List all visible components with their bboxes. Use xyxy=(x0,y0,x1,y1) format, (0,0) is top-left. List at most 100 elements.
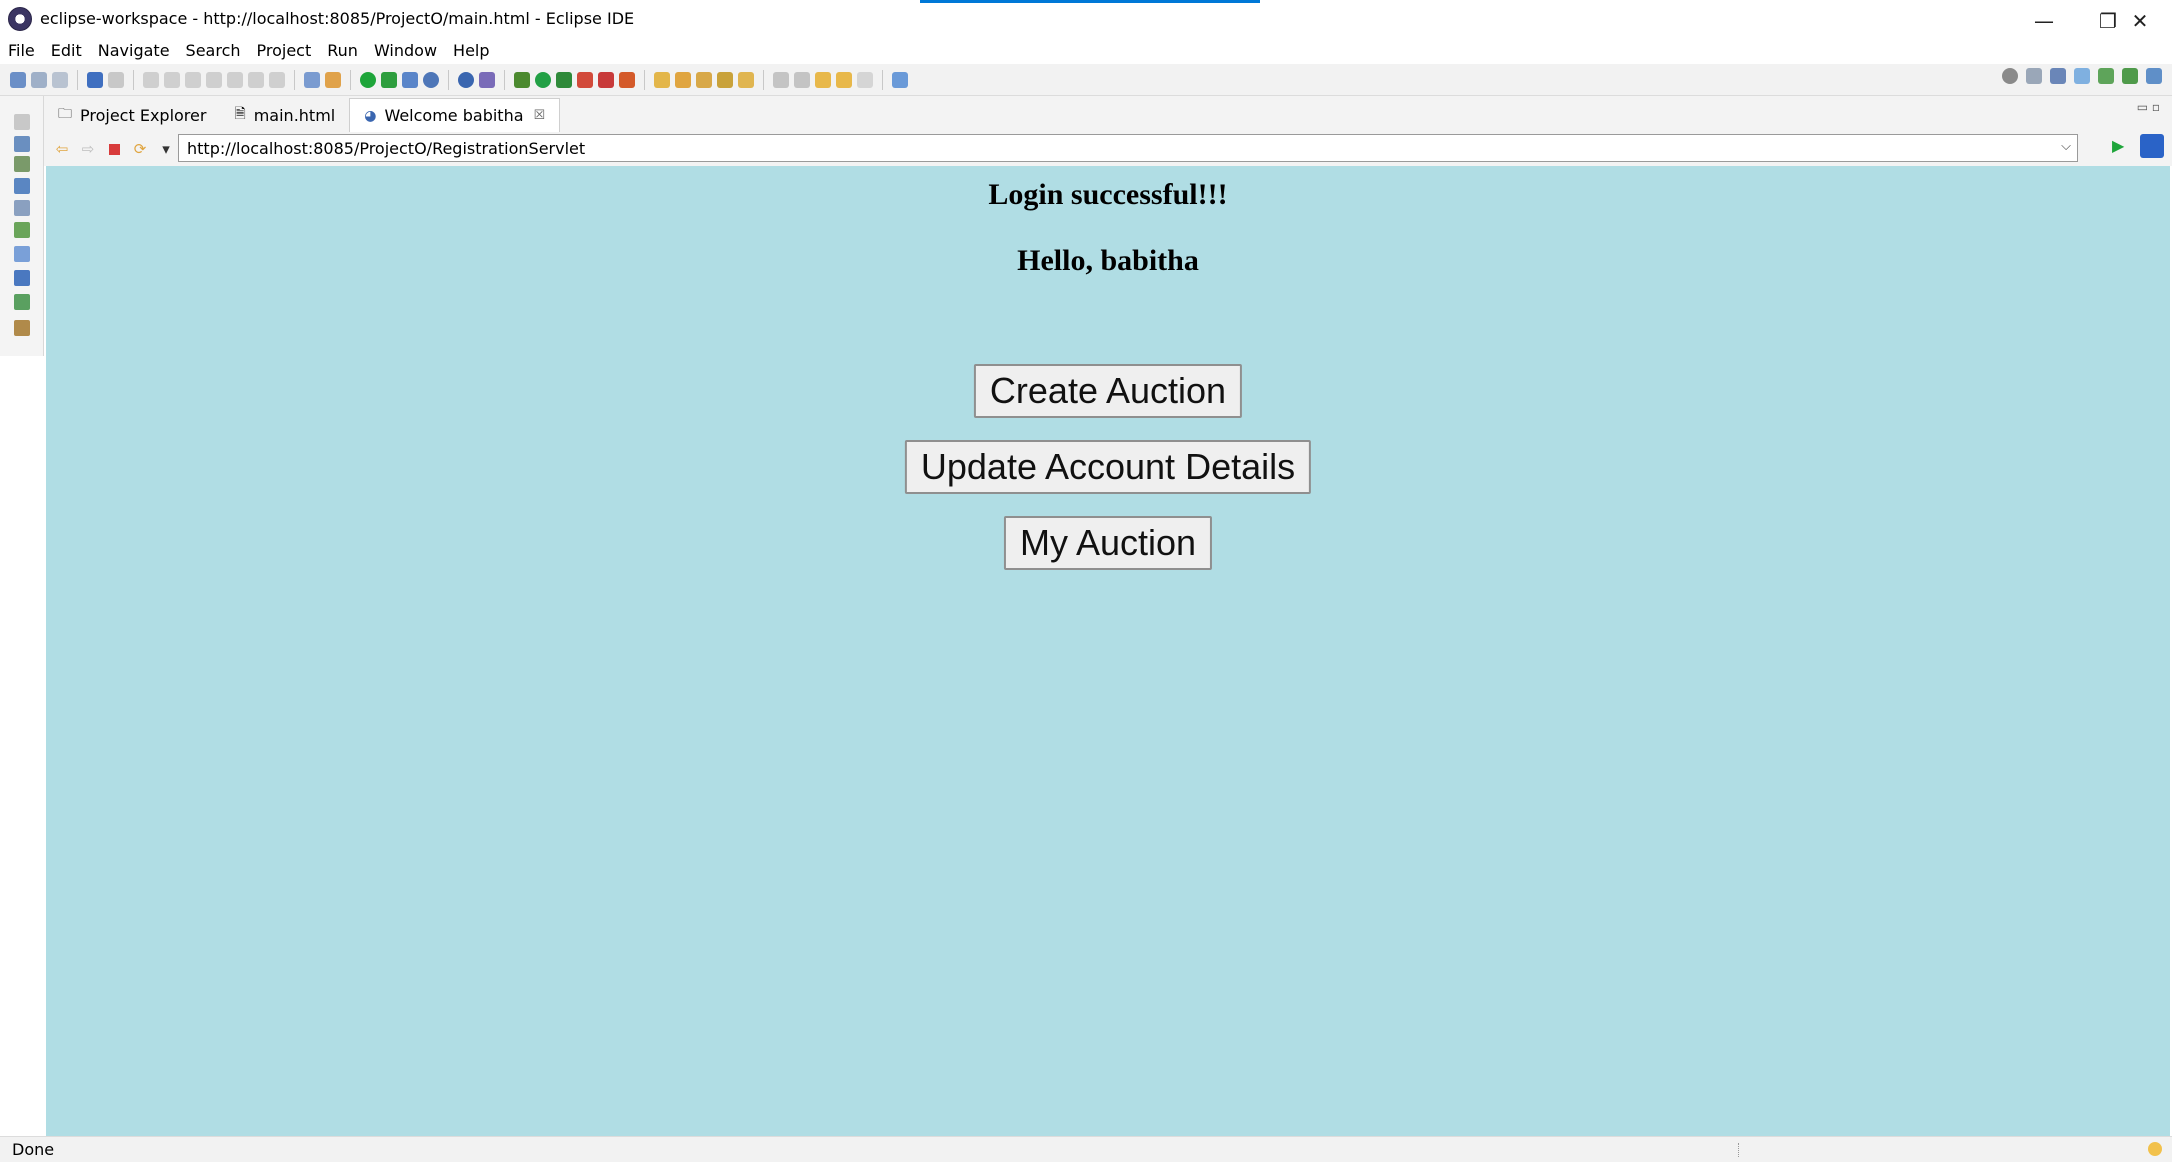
debug-perspective-icon[interactable] xyxy=(2122,68,2138,84)
palette-icon[interactable] xyxy=(14,222,30,238)
console-icon[interactable] xyxy=(14,246,30,262)
new-class-icon[interactable] xyxy=(696,71,712,88)
resume-icon[interactable] xyxy=(143,71,159,88)
package-explorer-icon[interactable] xyxy=(14,136,30,152)
git-perspective-icon[interactable] xyxy=(2098,68,2114,84)
chevron-down-icon[interactable]: ▾ xyxy=(158,140,174,158)
problems-icon[interactable] xyxy=(14,294,30,310)
restore-icon[interactable] xyxy=(14,114,30,130)
java-perspective-icon[interactable] xyxy=(2146,68,2162,84)
open-perspective-icon[interactable] xyxy=(2026,68,2042,84)
go-icon[interactable]: ▶ xyxy=(2112,136,2124,155)
menu-run[interactable]: Run xyxy=(327,41,358,60)
search-icon[interactable] xyxy=(2002,68,2018,84)
step-return-icon[interactable] xyxy=(269,71,285,88)
tasks-icon[interactable] xyxy=(14,270,30,286)
terminal-icon[interactable] xyxy=(87,71,103,88)
menu-bar: File Edit Navigate Search Project Run Wi… xyxy=(0,38,2172,62)
menu-project[interactable]: Project xyxy=(257,41,312,60)
back-nav-icon[interactable] xyxy=(836,71,852,88)
open-folder-icon[interactable] xyxy=(738,71,754,88)
java-ee-perspective-icon[interactable] xyxy=(2050,68,2066,84)
toolbar-separator xyxy=(448,69,449,90)
run-icon[interactable] xyxy=(535,71,551,88)
skip-breakpoints-icon[interactable] xyxy=(108,71,124,88)
outline-icon[interactable] xyxy=(14,178,30,194)
toolbar-separator xyxy=(644,69,645,90)
url-dropdown-icon[interactable]: ⌵ xyxy=(2061,139,2071,154)
menu-window[interactable]: Window xyxy=(374,41,437,60)
previous-annotation-icon[interactable] xyxy=(794,71,810,88)
lightbulb-icon xyxy=(2148,1142,2162,1156)
coverage-icon[interactable] xyxy=(577,71,593,88)
close-button[interactable]: ✕ xyxy=(2108,0,2172,42)
open-external-browser-icon[interactable] xyxy=(2140,134,2164,158)
menu-help[interactable]: Help xyxy=(453,41,489,60)
menu-search[interactable]: Search xyxy=(186,41,241,60)
url-input[interactable]: http://localhost:8085/ProjectO/Registrat… xyxy=(178,134,2078,162)
run-as-icon[interactable] xyxy=(556,71,572,88)
new-server-icon[interactable] xyxy=(402,71,418,88)
suspend-icon[interactable] xyxy=(164,71,180,88)
back-icon[interactable]: ⇦ xyxy=(54,140,70,158)
servers-icon[interactable] xyxy=(14,156,30,172)
stop-icon[interactable] xyxy=(106,141,122,157)
junit-icon[interactable] xyxy=(14,320,30,336)
tab-close-icon[interactable]: ☒ xyxy=(534,108,546,123)
forward-icon[interactable]: ⇨ xyxy=(80,140,96,158)
title-bar: eclipse-workspace - http://localhost:808… xyxy=(0,0,2172,42)
toolbar-separator xyxy=(504,69,505,90)
left-trim-bar xyxy=(0,96,44,356)
main-toolbar xyxy=(0,64,2172,96)
update-account-details-button[interactable]: Update Account Details xyxy=(904,440,1312,494)
url-text: http://localhost:8085/ProjectO/Registrat… xyxy=(187,138,586,158)
tab-label: Project Explorer xyxy=(80,105,207,125)
tab-label: main.html xyxy=(253,105,336,125)
tab-project-explorer[interactable]: 🗀 Project Explorer xyxy=(44,98,220,132)
minimize-button[interactable]: — xyxy=(2012,0,2076,42)
menu-edit[interactable]: Edit xyxy=(51,41,82,60)
debug-icon[interactable] xyxy=(514,71,530,88)
step-over-icon[interactable] xyxy=(248,71,264,88)
next-annotation-icon[interactable] xyxy=(773,71,789,88)
web-perspective-icon[interactable] xyxy=(2074,68,2090,84)
new-java-project-icon[interactable] xyxy=(654,71,670,88)
create-auction-button[interactable]: Create Auction xyxy=(973,364,1243,418)
forward-nav-icon[interactable] xyxy=(857,71,873,88)
toolbar-separator xyxy=(763,69,764,90)
save-icon[interactable] xyxy=(31,71,47,88)
menu-navigate[interactable]: Navigate xyxy=(98,41,170,60)
menu-file[interactable]: File xyxy=(8,41,35,60)
new-package-icon[interactable] xyxy=(675,71,691,88)
last-edit-icon[interactable] xyxy=(815,71,831,88)
minimize-maximize-icon[interactable]: ▭ ▫ xyxy=(2137,100,2160,114)
server-start-icon[interactable] xyxy=(360,71,376,88)
navigator-icon[interactable] xyxy=(14,200,30,216)
external-tools-icon[interactable] xyxy=(619,71,635,88)
web-browser-icon[interactable] xyxy=(423,71,439,88)
step-into-icon[interactable] xyxy=(227,71,243,88)
globe-toolbar-icon[interactable] xyxy=(458,71,474,88)
toolbar-separator xyxy=(350,69,351,90)
status-text: Done xyxy=(12,1140,55,1159)
my-auction-button[interactable]: My Auction xyxy=(1003,516,1213,570)
tab-main-html[interactable]: 🗎 main.html xyxy=(220,98,349,132)
save-all-icon[interactable] xyxy=(52,71,68,88)
open-task-icon[interactable] xyxy=(304,71,320,88)
open-type-icon[interactable] xyxy=(717,71,733,88)
pin-editor-icon[interactable] xyxy=(892,71,908,88)
refresh-server-icon[interactable] xyxy=(381,71,397,88)
annotation-icon[interactable] xyxy=(325,71,341,88)
refresh-icon[interactable]: ⟳ xyxy=(132,140,148,158)
java-ee-icon[interactable] xyxy=(479,71,495,88)
status-divider xyxy=(1738,1143,1740,1157)
new-icon[interactable] xyxy=(10,71,26,88)
stop-server-icon[interactable] xyxy=(598,71,614,88)
window-title: eclipse-workspace - http://localhost:808… xyxy=(40,9,635,28)
disconnect-icon[interactable] xyxy=(206,71,222,88)
terminate-icon[interactable] xyxy=(185,71,201,88)
eclipse-logo-icon xyxy=(8,7,32,31)
project-explorer-icon: 🗀 xyxy=(58,106,72,122)
tab-welcome-babitha[interactable]: ◕ Welcome babitha ☒ xyxy=(349,98,561,132)
browser-viewport: Login successful!!! Hello, babitha Creat… xyxy=(46,166,2170,1136)
